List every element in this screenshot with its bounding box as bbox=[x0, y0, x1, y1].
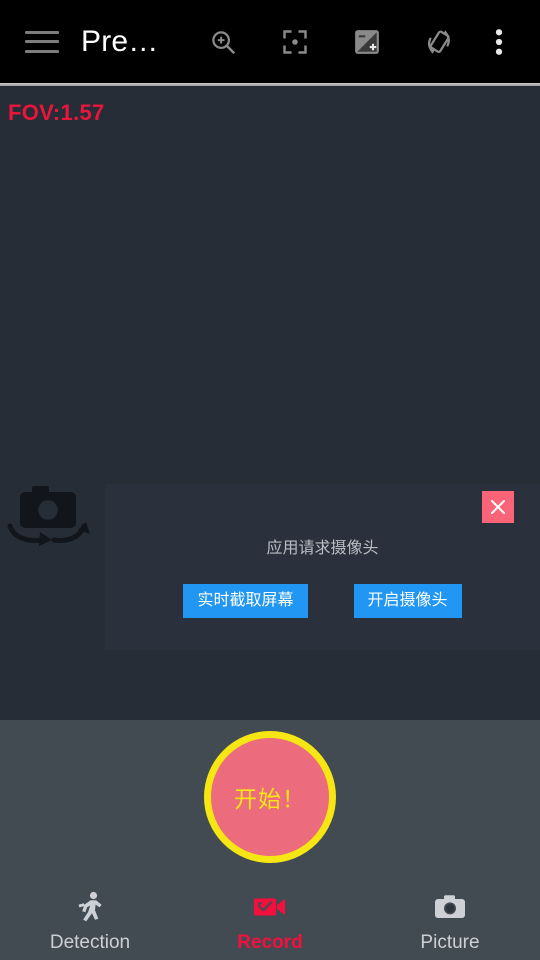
video-camera-check-icon bbox=[253, 890, 287, 924]
dialog-message: 应用请求摄像头 bbox=[266, 540, 379, 557]
close-icon[interactable] bbox=[482, 491, 514, 523]
focus-icon[interactable] bbox=[272, 19, 318, 65]
hamburger-line bbox=[25, 49, 59, 53]
running-person-icon bbox=[75, 890, 105, 924]
bottom-control-area: 开始！ Detection Record Picture bbox=[0, 720, 540, 960]
capture-screen-button[interactable]: 实时截取屏幕 bbox=[183, 584, 308, 618]
screen-rotation-icon[interactable] bbox=[416, 19, 462, 65]
bottom-tab-bar: Detection Record Picture bbox=[0, 880, 540, 960]
overflow-menu-icon[interactable] bbox=[476, 19, 522, 65]
dialog-button-row: 实时截取屏幕 开启摄像头 bbox=[105, 584, 540, 618]
hamburger-menu-icon[interactable] bbox=[25, 30, 59, 53]
tab-label-detection: Detection bbox=[49, 932, 131, 953]
start-record-label: 开始！ bbox=[234, 786, 306, 812]
fov-readout: FOV:1.57 bbox=[8, 100, 105, 125]
hamburger-line bbox=[25, 40, 59, 43]
hamburger-line bbox=[25, 30, 59, 34]
tab-label-record: Record bbox=[237, 932, 303, 953]
camera-icon bbox=[434, 890, 466, 924]
switch-camera-icon[interactable] bbox=[4, 482, 90, 548]
camera-preview-area[interactable]: FOV:1.57 应用请求摄像头 实时截取屏幕 开启摄像头 bbox=[0, 86, 540, 720]
tab-picture[interactable]: Picture bbox=[360, 880, 540, 960]
exposure-icon[interactable] bbox=[344, 19, 390, 65]
app-root: Pre… FOV:1.57 应用请求摄像头 实时截取屏幕 开启摄像头 开始！ D… bbox=[0, 0, 540, 960]
top-action-bar: Pre… bbox=[0, 0, 540, 83]
tab-label-picture: Picture bbox=[420, 932, 480, 953]
open-camera-button[interactable]: 开启摄像头 bbox=[353, 584, 462, 618]
page-title: Pre… bbox=[81, 24, 159, 58]
tab-record[interactable]: Record bbox=[180, 880, 360, 960]
camera-permission-dialog: 应用请求摄像头 实时截取屏幕 开启摄像头 bbox=[105, 484, 540, 650]
start-record-button[interactable]: 开始！ bbox=[204, 731, 336, 863]
zoom-in-icon[interactable] bbox=[200, 19, 246, 65]
tab-detection[interactable]: Detection bbox=[0, 880, 180, 960]
